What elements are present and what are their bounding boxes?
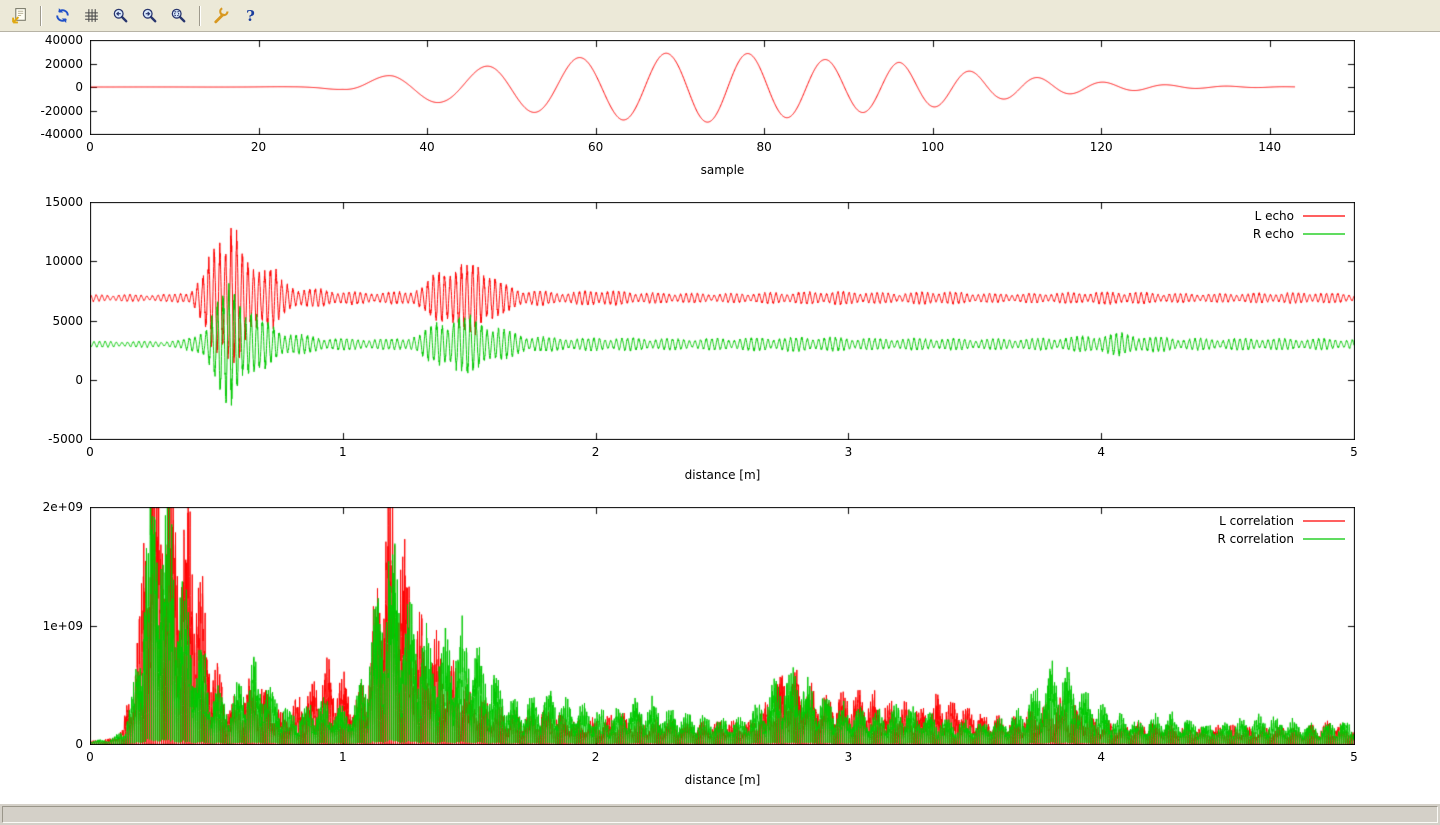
y-tick-label: -5000 xyxy=(48,432,83,446)
echo-plot-canvas[interactable] xyxy=(90,202,1355,440)
legend-label: R echo xyxy=(1253,227,1294,241)
gnuplot-window: ? -40000-2000002000040000020406080100120… xyxy=(0,0,1440,825)
copy-to-clipboard-button[interactable] xyxy=(6,3,33,29)
x-tick-label: 20 xyxy=(251,140,266,154)
legend-label: L echo xyxy=(1255,209,1294,223)
x-tick-label: 80 xyxy=(756,140,771,154)
x-tick-label: 3 xyxy=(845,750,853,764)
copy-icon xyxy=(11,7,28,24)
y-tick-label: 0 xyxy=(75,737,83,751)
x-tick-label: 40 xyxy=(419,140,434,154)
toolbar-separator xyxy=(40,6,42,26)
x-tick-label: 120 xyxy=(1090,140,1113,154)
y-tick-label: 15000 xyxy=(45,195,83,209)
legend-line-sample xyxy=(1303,214,1345,218)
status-text xyxy=(2,806,1438,823)
refresh-icon xyxy=(54,7,71,24)
legend-entry: L echo xyxy=(1253,208,1345,223)
legend-entry: R echo xyxy=(1253,226,1345,241)
plot-area: -40000-200000200004000002040608010012014… xyxy=(0,32,1440,803)
autoscale-button[interactable] xyxy=(165,3,192,29)
x-tick-label: 3 xyxy=(845,445,853,459)
autoscale-icon xyxy=(170,7,187,24)
help-button[interactable]: ? xyxy=(237,3,264,29)
plot-echo: -5000050001000015000012345distance [m]L … xyxy=(90,202,1355,440)
x-tick-label: 5 xyxy=(1350,445,1358,459)
x-tick-label: 0 xyxy=(86,140,94,154)
x-tick-label: 4 xyxy=(1097,445,1105,459)
x-tick-label: 2 xyxy=(592,445,600,459)
legend-label: R correlation xyxy=(1217,532,1294,546)
zoom-next-button[interactable] xyxy=(136,3,163,29)
toolbar-separator xyxy=(199,6,201,26)
legend: L echo R echo xyxy=(1253,208,1345,241)
plot-pulse: -40000-200000200004000002040608010012014… xyxy=(90,40,1355,135)
grid-icon xyxy=(83,7,100,24)
x-tick-label: 0 xyxy=(86,750,94,764)
toggle-grid-button[interactable] xyxy=(78,3,105,29)
x-tick-label: 140 xyxy=(1258,140,1281,154)
y-tick-label: 0 xyxy=(75,373,83,387)
help-icon: ? xyxy=(242,7,259,24)
y-tick-label: 0 xyxy=(75,80,83,94)
x-axis-title: sample xyxy=(701,163,745,177)
wrench-icon xyxy=(213,7,230,24)
status-bar xyxy=(0,803,1440,825)
legend-line-sample xyxy=(1303,519,1345,523)
x-tick-label: 5 xyxy=(1350,750,1358,764)
x-tick-label: 0 xyxy=(86,445,94,459)
x-tick-label: 4 xyxy=(1097,750,1105,764)
y-tick-label: 1e+09 xyxy=(43,619,83,633)
legend: L correlation R correlation xyxy=(1217,513,1345,546)
legend-line-sample xyxy=(1303,232,1345,236)
legend-entry: L correlation xyxy=(1217,513,1345,528)
y-tick-label: 10000 xyxy=(45,254,83,268)
toolbar: ? xyxy=(0,0,1440,32)
legend-line-sample xyxy=(1303,537,1345,541)
configure-button[interactable] xyxy=(208,3,235,29)
x-tick-label: 100 xyxy=(921,140,944,154)
y-tick-label: -40000 xyxy=(40,127,83,141)
svg-text:?: ? xyxy=(246,7,255,24)
correlation-plot-canvas[interactable] xyxy=(90,507,1355,745)
x-axis-title: distance [m] xyxy=(685,773,761,787)
y-tick-label: 20000 xyxy=(45,57,83,71)
legend-label: L correlation xyxy=(1219,514,1294,528)
legend-entry: R correlation xyxy=(1217,531,1345,546)
zoom-previous-button[interactable] xyxy=(107,3,134,29)
replot-button[interactable] xyxy=(49,3,76,29)
y-tick-label: 40000 xyxy=(45,33,83,47)
pulse-plot-canvas[interactable] xyxy=(90,40,1355,135)
x-tick-label: 2 xyxy=(592,750,600,764)
x-axis-title: distance [m] xyxy=(685,468,761,482)
y-tick-label: -20000 xyxy=(40,104,83,118)
plot-correlation: 01e+092e+09012345distance [m]L correlati… xyxy=(90,507,1355,745)
y-tick-label: 2e+09 xyxy=(43,500,83,514)
zoom-next-icon xyxy=(141,7,158,24)
zoom-previous-icon xyxy=(112,7,129,24)
y-tick-label: 5000 xyxy=(52,314,83,328)
x-tick-label: 1 xyxy=(339,750,347,764)
x-tick-label: 60 xyxy=(588,140,603,154)
x-tick-label: 1 xyxy=(339,445,347,459)
